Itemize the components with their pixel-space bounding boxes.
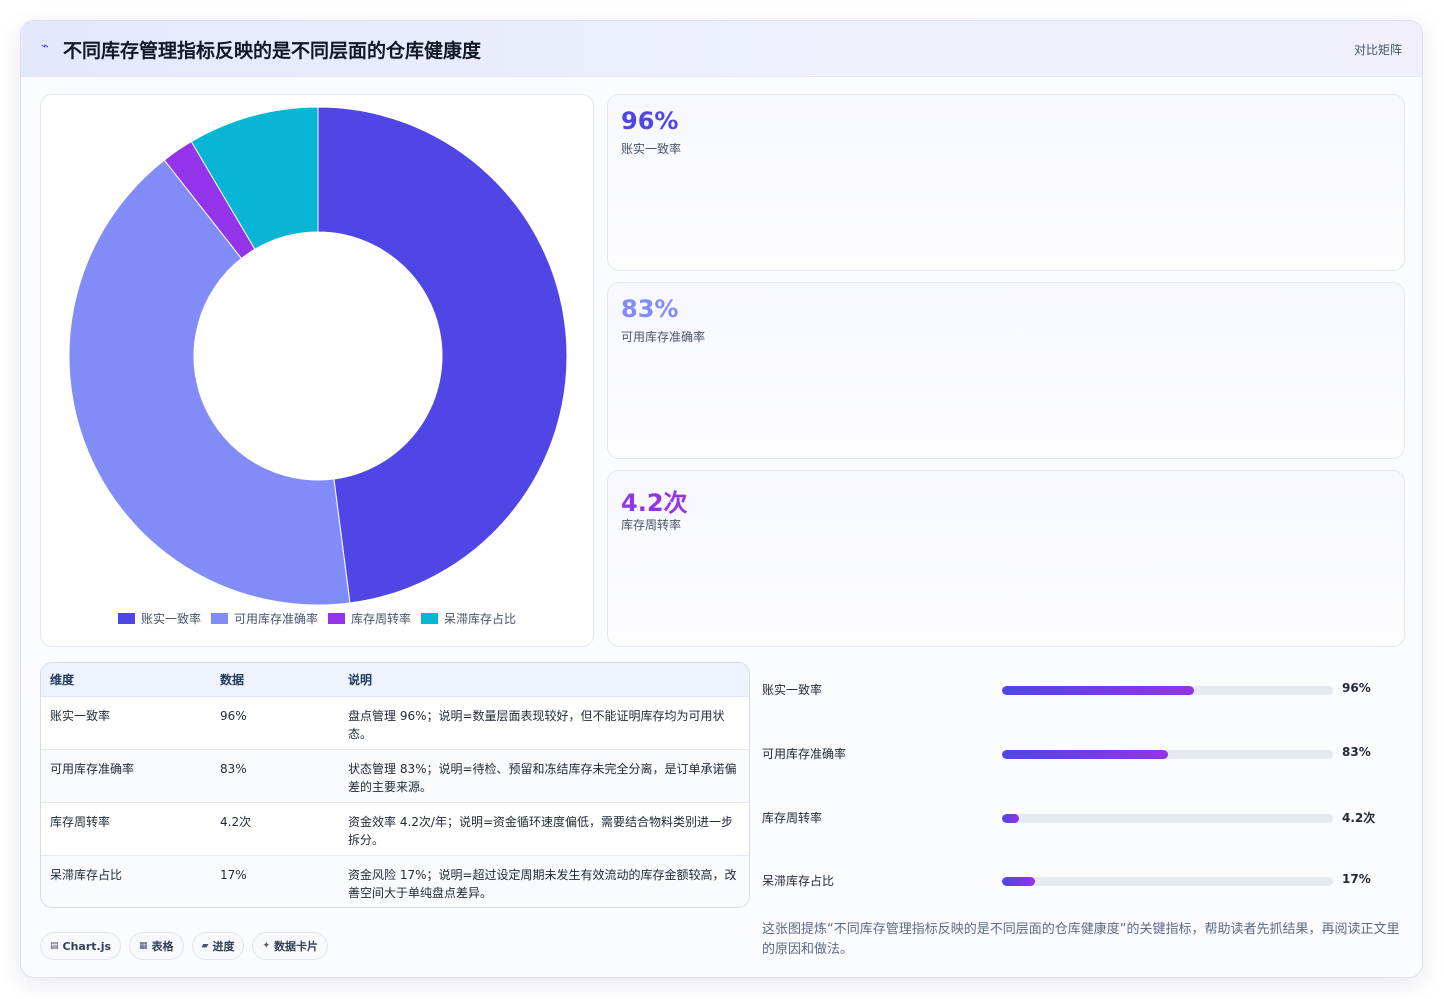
donut-chart-panel: 账实一致率 可用库存准确率 库存周转率 呆滞库存占比 bbox=[40, 94, 594, 647]
sparkline-icon: ⌁ bbox=[41, 39, 49, 54]
chart-legend: 账实一致率 可用库存准确率 库存周转率 呆滞库存占比 bbox=[41, 610, 593, 627]
progress-label: 呆滞库存占比 bbox=[762, 874, 835, 888]
table-cell: 库存周转率 bbox=[41, 802, 211, 856]
table-cell: 资金风险 17%；说明=超过设定周期未发生有效流动的库存金额较高，改善空间大于单… bbox=[339, 855, 749, 907]
table-row: 可用库存准确率 83% 状态管理 83%；说明=待检、预留和冻结库存未完全分离，… bbox=[41, 749, 749, 803]
table-cell: 83% bbox=[211, 749, 339, 803]
table-cell: 账实一致率 bbox=[41, 696, 211, 750]
stat-label: 可用库存准确率 bbox=[621, 330, 706, 344]
page-title: 不同库存管理指标反映的是不同层面的仓库健康度 bbox=[63, 40, 482, 62]
stat-card-consistency: 96% 账实一致率 bbox=[607, 94, 1405, 271]
progress-label: 库存周转率 bbox=[762, 811, 823, 825]
progress-row-stagnant: 呆滞库存占比 17% bbox=[762, 870, 1412, 890]
stat-label: 库存周转率 bbox=[621, 518, 682, 532]
dashboard-card: ⌁ 不同库存管理指标反映的是不同层面的仓库健康度 对比矩阵 账实一致率 可用库存… bbox=[20, 20, 1423, 978]
metrics-table-panel: 维度 数据 说明 账实一致率 96% 盘点管理 96%；说明=数量层面表现较好，… bbox=[40, 662, 750, 908]
stat-value: 83% bbox=[621, 295, 679, 323]
tag-label: 数据卡片 bbox=[274, 940, 319, 953]
table-cell: 可用库存准确率 bbox=[41, 749, 211, 803]
table-cell: 盘点管理 96%；说明=数量层面表现较好，但不能证明库存均为可用状态。 bbox=[339, 696, 749, 750]
progress-track bbox=[1002, 814, 1333, 823]
stat-card-turnover: 4.2次 库存周转率 bbox=[607, 470, 1405, 647]
table-icon: ▦ bbox=[139, 941, 148, 951]
progress-value: 96% bbox=[1342, 681, 1371, 695]
stat-value: 4.2次 bbox=[621, 489, 688, 517]
progress-track bbox=[1002, 877, 1333, 886]
metrics-table: 维度 数据 说明 账实一致率 96% 盘点管理 96%；说明=数量层面表现较好，… bbox=[41, 663, 749, 907]
summary-note: 这张图提炼“不同库存管理指标反映的是不同层面的仓库健康度”的关键指标，帮助读者先… bbox=[762, 922, 1400, 957]
progress-row-availability: 可用库存准确率 83% bbox=[762, 743, 1412, 763]
column-header-description: 说明 bbox=[339, 663, 749, 697]
table-cell: 状态管理 83%；说明=待检、预留和冻结库存未完全分离，是订单承诺偏差的主要来源… bbox=[339, 749, 749, 803]
tag-label: Chart.js bbox=[62, 939, 112, 953]
legend-item-2[interactable]: 库存周转率 bbox=[328, 610, 411, 627]
tag-progress[interactable]: ▰ 进度 bbox=[191, 932, 245, 960]
stat-card-availability: 83% 可用库存准确率 bbox=[607, 282, 1405, 459]
table-row: 呆滞库存占比 17% 资金风险 17%；说明=超过设定周期未发生有效流动的库存金… bbox=[41, 855, 749, 907]
progress-fill bbox=[1002, 750, 1168, 759]
progress-value: 17% bbox=[1342, 872, 1371, 886]
progress-track bbox=[1002, 686, 1333, 695]
table-row: 库存周转率 4.2次 资金效率 4.2次/年；说明=资金循环速度偏低，需要结合物… bbox=[41, 802, 749, 856]
tag-label: 进度 bbox=[212, 940, 235, 953]
table-cell: 96% bbox=[211, 696, 339, 750]
column-header-data: 数据 bbox=[211, 663, 339, 697]
progress-label: 可用库存准确率 bbox=[762, 747, 847, 761]
legend-swatch-1 bbox=[210, 613, 228, 624]
progress-value: 4.2次 bbox=[1342, 811, 1376, 825]
progress-icon: ▰ bbox=[201, 941, 209, 951]
header: ⌁ 不同库存管理指标反映的是不同层面的仓库健康度 对比矩阵 bbox=[21, 21, 1422, 77]
progress-fill bbox=[1002, 877, 1036, 886]
tag-label: 表格 bbox=[151, 940, 174, 953]
progress-label: 账实一致率 bbox=[762, 683, 823, 697]
comparison-matrix-link[interactable]: 对比矩阵 bbox=[1354, 41, 1402, 58]
legend-label-3: 呆滞库存占比 bbox=[444, 612, 517, 626]
tag-list: ▤ Chart.js ▦ 表格 ▰ 进度 ✦ 数据卡片 bbox=[40, 932, 329, 960]
card-icon: ✦ bbox=[262, 941, 271, 951]
progress-row-consistency: 账实一致率 96% bbox=[762, 679, 1412, 699]
stat-label: 账实一致率 bbox=[621, 142, 682, 156]
progress-fill bbox=[1002, 814, 1019, 823]
table-cell: 4.2次 bbox=[211, 802, 339, 856]
table-cell: 呆滞库存占比 bbox=[41, 855, 211, 907]
donut-chart bbox=[68, 106, 568, 605]
progress-row-turnover: 库存周转率 4.2次 bbox=[762, 807, 1412, 827]
chart-icon: ▤ bbox=[50, 941, 59, 951]
legend-swatch-3 bbox=[421, 613, 439, 624]
progress-value: 83% bbox=[1342, 745, 1371, 759]
legend-label-0: 账实一致率 bbox=[140, 612, 201, 626]
legend-swatch-0 bbox=[117, 613, 135, 624]
stat-value: 96% bbox=[621, 107, 679, 135]
tag-table[interactable]: ▦ 表格 bbox=[129, 932, 184, 960]
progress-fill bbox=[1002, 686, 1194, 695]
table-row: 账实一致率 96% 盘点管理 96%；说明=数量层面表现较好，但不能证明库存均为… bbox=[41, 696, 749, 750]
tag-chartjs[interactable]: ▤ Chart.js bbox=[40, 932, 122, 960]
legend-label-1: 可用库存准确率 bbox=[233, 612, 318, 626]
legend-item-3[interactable]: 呆滞库存占比 bbox=[421, 610, 516, 627]
column-header-dimension: 维度 bbox=[41, 663, 211, 697]
tag-data-card[interactable]: ✦ 数据卡片 bbox=[252, 932, 329, 960]
table-cell: 17% bbox=[211, 855, 339, 907]
legend-item-0[interactable]: 账实一致率 bbox=[117, 610, 201, 627]
progress-track bbox=[1002, 750, 1333, 759]
legend-swatch-2 bbox=[328, 613, 345, 624]
legend-item-1[interactable]: 可用库存准确率 bbox=[210, 610, 318, 627]
table-cell: 资金效率 4.2次/年；说明=资金循环速度偏低，需要结合物料类别进一步拆分。 bbox=[339, 802, 749, 856]
legend-label-2: 库存周转率 bbox=[351, 612, 412, 626]
table-header-row: 维度 数据 说明 bbox=[41, 663, 749, 697]
donut-slice-0[interactable] bbox=[317, 106, 568, 604]
